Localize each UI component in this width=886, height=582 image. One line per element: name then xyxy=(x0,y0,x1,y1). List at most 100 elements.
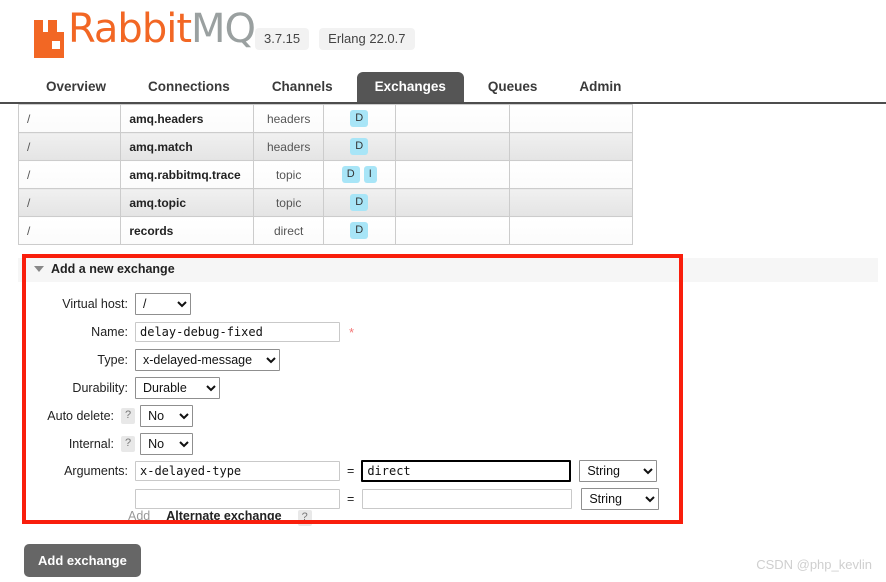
cell-features: D xyxy=(322,188,396,217)
name-label: Name: xyxy=(91,325,128,339)
cell-type: topic xyxy=(253,188,324,217)
chevron-down-icon[interactable] xyxy=(34,266,44,272)
feature-badge-durable: D xyxy=(350,110,369,127)
table-row[interactable]: / amq.topic topic D xyxy=(17,188,633,217)
feature-badge-internal: I xyxy=(363,166,377,183)
main-navigation: Overview Connections Channels Exchanges … xyxy=(0,71,886,104)
erlang-version-badge: Erlang 22.0.7 xyxy=(319,28,415,50)
argument-value-input-1[interactable] xyxy=(361,460,572,482)
virtual-host-select[interactable]: / xyxy=(135,293,191,315)
argument-value-input-2[interactable] xyxy=(362,489,573,509)
alternate-exchange-label: Alternate exchange xyxy=(166,509,282,523)
form-row-durability: Durability: Durable xyxy=(30,374,670,402)
cell-vhost: / xyxy=(17,216,122,245)
cell-blank-2 xyxy=(509,160,633,189)
add-argument-link[interactable]: Add xyxy=(128,509,150,523)
add-exchange-button[interactable]: Add exchange xyxy=(24,544,141,577)
table-row[interactable]: / records direct D xyxy=(17,216,633,245)
arguments-row-1: Arguments: = String xyxy=(30,457,670,485)
rabbitmq-version-badge: 3.7.15 xyxy=(255,28,310,50)
tab-queues[interactable]: Queues xyxy=(470,72,556,102)
watermark: CSDN @php_kevlin xyxy=(756,557,872,572)
cell-blank-2 xyxy=(509,104,633,133)
feature-badge-durable: D xyxy=(350,194,369,211)
cell-features: D xyxy=(322,104,396,133)
cell-blank-1 xyxy=(394,104,511,133)
form-row-virtual-host: Virtual host: / xyxy=(30,290,670,318)
cell-type: direct xyxy=(253,216,324,245)
form-row-internal: Internal: ? No xyxy=(30,430,670,458)
feature-badge-durable: D xyxy=(350,138,369,155)
tab-exchanges[interactable]: Exchanges xyxy=(356,72,464,102)
cell-name[interactable]: amq.rabbitmq.trace xyxy=(120,160,255,189)
argument-equals-sign-1: = xyxy=(347,464,355,478)
add-exchange-section-title: Add a new exchange xyxy=(51,262,175,276)
internal-select[interactable]: No xyxy=(140,433,194,455)
cell-vhost: / xyxy=(17,132,122,161)
cell-name[interactable]: amq.match xyxy=(120,132,255,161)
arguments-footer: Add Alternate exchange ? xyxy=(128,509,317,526)
table-row[interactable]: / amq.headers headers D xyxy=(17,104,633,133)
cell-features: D xyxy=(322,216,396,245)
feature-badge-durable: D xyxy=(341,166,360,183)
argument-type-select-1[interactable]: String xyxy=(579,460,658,482)
exchange-type-select[interactable]: x-delayed-message xyxy=(135,349,280,371)
table-row[interactable]: / amq.match headers D xyxy=(17,132,633,161)
cell-blank-1 xyxy=(394,216,511,245)
alternate-exchange-help-icon[interactable]: ? xyxy=(297,510,312,526)
cell-vhost: / xyxy=(17,160,122,189)
cell-blank-1 xyxy=(394,188,511,217)
type-label: Type: xyxy=(97,353,128,367)
cell-vhost: / xyxy=(17,188,122,217)
nav-tab-list: Overview Connections Channels Exchanges … xyxy=(0,71,886,102)
tab-channels[interactable]: Channels xyxy=(254,72,351,102)
cell-blank-2 xyxy=(509,132,633,161)
auto-delete-help-icon[interactable]: ? xyxy=(121,408,136,424)
durability-label: Durability: xyxy=(72,381,128,395)
cell-type: topic xyxy=(253,160,324,189)
page-header: RabbitMQ™ 3.7.15 Erlang 22.0.7 xyxy=(0,0,886,68)
feature-badge-durable: D xyxy=(350,222,369,239)
cell-blank-2 xyxy=(509,188,633,217)
arguments-label: Arguments: xyxy=(64,464,128,478)
tab-overview[interactable]: Overview xyxy=(28,72,124,102)
durability-select[interactable]: Durable xyxy=(135,377,220,399)
cell-features: DI xyxy=(322,160,396,189)
argument-type-select-2[interactable]: String xyxy=(581,488,660,510)
add-exchange-form: Virtual host: / Name: * Type: x-delayed-… xyxy=(30,290,670,458)
logo-text-rabbit: Rabbit xyxy=(68,6,192,52)
rabbitmq-logo[interactable]: RabbitMQ™ xyxy=(31,6,266,60)
internal-help-icon[interactable]: ? xyxy=(121,436,136,452)
version-badges: 3.7.15 Erlang 22.0.7 xyxy=(255,28,415,50)
cell-name[interactable]: amq.headers xyxy=(120,104,255,133)
form-row-type: Type: x-delayed-message xyxy=(30,346,670,374)
table-row[interactable]: / amq.rabbitmq.trace topic DI xyxy=(17,160,633,189)
logo-wordmark: RabbitMQ™ xyxy=(68,6,266,60)
exchange-name-input[interactable] xyxy=(135,322,340,342)
tab-admin[interactable]: Admin xyxy=(561,72,639,102)
cell-features: D xyxy=(322,132,396,161)
auto-delete-select[interactable]: No xyxy=(140,405,194,427)
internal-label: Internal: xyxy=(68,437,114,451)
cell-name[interactable]: records xyxy=(120,216,255,245)
argument-key-input-2[interactable] xyxy=(135,489,340,509)
exchanges-table-body: / amq.headers headers D / amq.match head… xyxy=(17,104,633,245)
virtual-host-label: Virtual host: xyxy=(62,297,128,311)
cell-blank-2 xyxy=(509,216,633,245)
cell-blank-1 xyxy=(394,160,511,189)
arguments-block: Arguments: = String = String xyxy=(30,457,670,513)
cell-blank-1 xyxy=(394,132,511,161)
add-exchange-section-header[interactable]: Add a new exchange xyxy=(34,262,175,276)
cell-type: headers xyxy=(253,104,324,133)
cell-type: headers xyxy=(253,132,324,161)
rabbit-logo-icon xyxy=(31,20,65,58)
argument-equals-sign-2: = xyxy=(347,492,355,506)
auto-delete-label: Auto delete: xyxy=(47,409,114,423)
logo-text-mq: MQ xyxy=(191,6,256,52)
arguments-row-2: = String xyxy=(30,485,670,513)
tab-connections[interactable]: Connections xyxy=(130,72,248,102)
form-row-auto-delete: Auto delete: ? No xyxy=(30,402,670,430)
exchanges-table: / amq.headers headers D / amq.match head… xyxy=(17,104,633,245)
cell-name[interactable]: amq.topic xyxy=(120,188,255,217)
argument-key-input-1[interactable] xyxy=(135,461,340,481)
